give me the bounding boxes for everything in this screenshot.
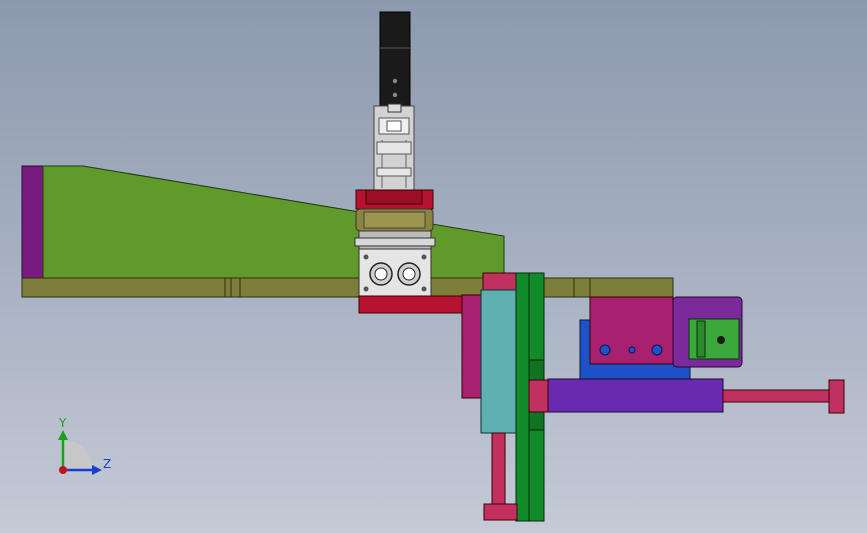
- cad-model-view[interactable]: Y Z: [0, 0, 867, 533]
- pink-piston-rod: [722, 389, 830, 403]
- coordinate-triad: Y Z: [58, 416, 111, 475]
- left-end-block: [21, 165, 44, 279]
- magenta-vertical-bar: [461, 294, 483, 399]
- triad-quadrant: [63, 440, 93, 470]
- y-axis-label: Y: [58, 416, 67, 430]
- red-base-plate: [358, 295, 466, 314]
- cad-viewport[interactable]: Y Z: [0, 0, 867, 533]
- guide-rod: [491, 432, 506, 506]
- green-mounting-plate: [42, 165, 505, 279]
- triad-origin: [59, 466, 67, 474]
- violet-bar: [547, 378, 724, 413]
- z-axis-label: Z: [103, 457, 111, 471]
- olive-base-rail: [21, 277, 674, 298]
- servo-motor: [379, 11, 411, 107]
- teal-slider-block: [480, 289, 517, 434]
